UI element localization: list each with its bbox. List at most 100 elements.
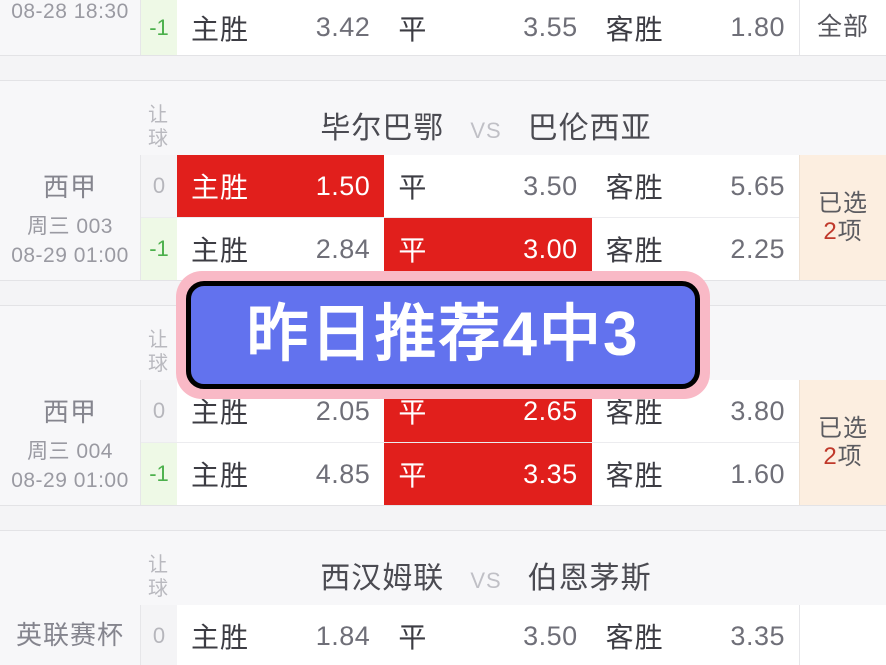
away-team-name: 伯恩茅斯 (527, 562, 652, 595)
bet-label: 客胜 (605, 235, 664, 266)
match-body: 西甲 周三 003 08-29 01:00 0 主胜 1.50 平 3.50 客… (0, 155, 886, 280)
status-badge-selected[interactable]: 已选 2项 (799, 155, 886, 280)
handicap-cell: 0 (141, 380, 177, 442)
match-time: 08-29 01:00 (11, 469, 129, 492)
home-team-name: 毕尔巴鄂 (320, 112, 445, 145)
home-team-name: 西汉姆联 (320, 562, 445, 595)
odds-row: 0 主胜 1.50 平 3.50 客胜 5.65 (141, 155, 799, 218)
vs-label: VS (470, 568, 502, 593)
bet-cell-away-win[interactable]: 客胜 1.60 (591, 443, 799, 505)
team-names: 毕尔巴鄂 VS 巴伦西亚 (176, 103, 886, 155)
promo-banner-inner: 昨日推荐4中3 (186, 281, 700, 389)
handicap-column-header: 让 球 (140, 328, 176, 380)
match-time: 08-28 18:30 (11, 0, 129, 23)
bet-cell-home-win[interactable]: 主胜 3.42 (177, 0, 385, 55)
bet-label: 主胜 (191, 622, 250, 653)
handicap-header-line2: 球 (148, 353, 168, 375)
promo-banner: 昨日推荐4中3 (176, 271, 710, 399)
league-info-partial: 08-28 18:30 (0, 0, 140, 55)
bet-label: 主胜 (191, 172, 250, 203)
handicap-header-line1: 让 (148, 329, 168, 351)
bet-label: 平 (398, 172, 428, 203)
status-badge-placeholder[interactable] (799, 605, 886, 665)
match-header: 让 球 毕尔巴鄂 VS 巴伦西亚 (0, 81, 886, 155)
match-time: 08-29 01:00 (11, 244, 129, 267)
status-badge-all[interactable]: 全部 (799, 0, 886, 55)
bet-odds: 2.65 (523, 395, 578, 426)
bet-cell-draw[interactable]: 平 3.50 (384, 155, 592, 217)
handicap-cell: 0 (141, 605, 177, 665)
handicap-column-header: 让 球 (140, 103, 176, 155)
bet-odds: 3.00 (523, 233, 578, 264)
status-badge-selected[interactable]: 已选 2项 (799, 380, 886, 505)
status-unit: 项 (837, 442, 863, 470)
bet-cell-draw[interactable]: 平 3.35 (384, 443, 592, 505)
bet-odds: 2.25 (730, 233, 785, 264)
status-count: 2 (823, 442, 838, 470)
league-name: 西甲 (42, 397, 97, 427)
bet-cell-draw[interactable]: 平 3.50 (384, 605, 592, 665)
bet-label: 客胜 (605, 172, 664, 203)
match-body: 英联赛杯 0 主胜 1.84 平 3.50 客胜 3.35 (0, 605, 886, 665)
bet-label: 平 (398, 622, 428, 653)
bet-label: 客胜 (605, 622, 664, 653)
bet-odds: 3.42 (315, 12, 371, 42)
league-info: 西甲 周三 004 08-29 01:00 (0, 380, 140, 505)
bet-odds: 3.55 (523, 12, 578, 42)
bet-odds: 5.65 (730, 170, 785, 201)
bet-odds: 3.50 (523, 170, 578, 201)
match-card-efl[interactable]: 让 球 西汉姆联 VS 伯恩茅斯 英联赛杯 0 主胜 1.84 平 3.50 客… (0, 530, 886, 665)
handicap-header-line1: 让 (148, 104, 168, 126)
bet-cell-away-win[interactable]: 客胜 5.65 (591, 155, 799, 217)
bet-odds: 3.35 (523, 458, 578, 489)
match-card-partial-top[interactable]: 08-28 18:30 -1 主胜 3.42 平 3.55 客胜 1.80 全部 (0, 0, 886, 56)
card-separator (0, 56, 886, 80)
bet-odds: 1.80 (730, 12, 785, 42)
handicap-column-header: 让 球 (140, 553, 176, 605)
bet-odds: 3.50 (523, 620, 578, 651)
handicap-cell: -1 (141, 218, 177, 280)
odds-row: 0 主胜 1.84 平 3.50 客胜 3.35 (141, 605, 799, 665)
bet-odds: 1.50 (315, 170, 371, 201)
promo-banner-text: 昨日推荐4中3 (246, 300, 640, 369)
bet-label: 客胜 (605, 460, 664, 491)
status-label: 全部 (816, 13, 869, 42)
bet-label: 平 (398, 460, 428, 491)
match-round: 周三 004 (27, 440, 113, 463)
bet-cell-home-win[interactable]: 主胜 4.85 (177, 443, 385, 505)
handicap-header-line2: 球 (148, 578, 168, 600)
status-count: 2 (823, 217, 838, 245)
status-unit: 项 (837, 217, 863, 245)
team-names: 西汉姆联 VS 伯恩茅斯 (176, 553, 886, 605)
bet-cell-home-win[interactable]: 主胜 1.50 (177, 155, 385, 217)
bet-odds: 1.84 (315, 620, 371, 651)
odds-table-partial: -1 主胜 3.42 平 3.55 客胜 1.80 (140, 0, 799, 55)
match-card-003[interactable]: 让 球 毕尔巴鄂 VS 巴伦西亚 西甲 周三 003 08-29 01:00 0… (0, 80, 886, 281)
bet-odds: 3.35 (730, 620, 785, 651)
bet-label: 平 (398, 13, 428, 45)
bet-label: 客胜 (605, 13, 664, 45)
odds-row: -1 主胜 3.42 平 3.55 客胜 1.80 (141, 0, 799, 55)
league-info: 西甲 周三 003 08-29 01:00 (0, 155, 140, 280)
bet-cell-home-win[interactable]: 主胜 1.84 (177, 605, 385, 665)
status-label: 已选 (818, 189, 868, 217)
bet-odds: 3.80 (730, 395, 785, 426)
league-name: 西甲 (42, 172, 97, 202)
vs-label: VS (470, 118, 502, 143)
bet-cell-away-win[interactable]: 客胜 3.35 (591, 605, 799, 665)
bet-label: 主胜 (191, 235, 250, 266)
bet-cell-draw[interactable]: 平 3.55 (384, 0, 592, 55)
status-label: 已选 (818, 414, 868, 442)
bet-odds: 4.85 (315, 458, 371, 489)
league-name: 英联赛杯 (15, 619, 124, 650)
league-info: 英联赛杯 (0, 605, 140, 665)
bet-label: 主胜 (191, 13, 250, 45)
bet-cell-away-win[interactable]: 客胜 1.80 (591, 0, 799, 55)
handicap-header-line2: 球 (148, 128, 168, 150)
bet-odds: 1.60 (730, 458, 785, 489)
match-header: 让 球 西汉姆联 VS 伯恩茅斯 (0, 531, 886, 605)
card-separator (0, 506, 886, 530)
handicap-cell: -1 (141, 0, 177, 55)
status-count-row: 2项 (823, 218, 862, 246)
status-count-row: 2项 (823, 443, 862, 471)
